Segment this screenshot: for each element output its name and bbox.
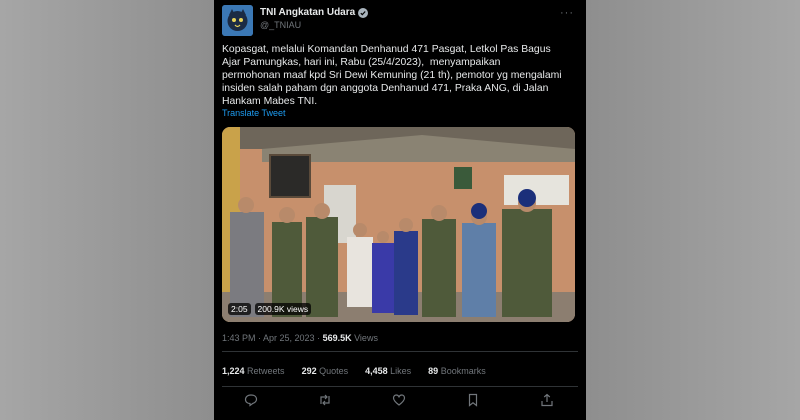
divider xyxy=(222,386,578,387)
retweets-label: Retweets xyxy=(244,366,285,376)
like-icon[interactable] xyxy=(392,393,406,407)
background-right xyxy=(586,0,800,420)
tweet-text: Kopasgat, melalui Komandan Denhanud 471 … xyxy=(222,44,562,107)
divider xyxy=(222,351,578,352)
background-left xyxy=(0,0,214,420)
tweet-card: TNI Angkatan Udara @_TNIAU ··· Kopasgat,… xyxy=(214,0,586,420)
quotes-count: 292 xyxy=(301,366,317,376)
bookmarks-count: 89 xyxy=(428,366,439,376)
action-bar xyxy=(244,393,554,407)
video-thumbnail xyxy=(222,127,575,322)
tweet-meta: 1:43 PM · Apr 25, 2023 · 569.5K Views xyxy=(222,333,378,343)
display-name-text[interactable]: TNI Angkatan Udara xyxy=(260,7,355,18)
account-handle[interactable]: @_TNIAU xyxy=(260,20,301,30)
verified-badge-icon xyxy=(358,7,369,18)
retweet-icon[interactable] xyxy=(318,393,332,407)
tweet-stats: 1,224 Retweets 292 Quotes 4,458 Likes 89… xyxy=(222,366,486,376)
bookmarks-stat[interactable]: 89 Bookmarks xyxy=(428,366,486,376)
likes-stat[interactable]: 4,458 Likes xyxy=(365,366,411,376)
tweet-timestamp[interactable]: 1:43 PM · Apr 25, 2023 · xyxy=(222,333,323,343)
reply-icon[interactable] xyxy=(244,393,258,407)
retweets-count: 1,224 xyxy=(222,366,245,376)
bookmarks-label: Bookmarks xyxy=(438,366,486,376)
quotes-label: Quotes xyxy=(316,366,349,376)
video-duration: 2:05 xyxy=(228,303,251,315)
tweet-video[interactable]: 2:05 200.9K views xyxy=(222,127,575,322)
display-name[interactable]: TNI Angkatan Udara xyxy=(260,7,369,18)
video-views: 200.9K views xyxy=(254,303,312,315)
retweets-stat[interactable]: 1,224 Retweets xyxy=(222,366,285,376)
avatar[interactable] xyxy=(222,5,253,36)
likes-label: Likes xyxy=(387,366,412,376)
quotes-stat[interactable]: 292 Quotes xyxy=(302,366,349,376)
views-label: Views xyxy=(351,333,378,343)
video-overlay: 2:05 200.9K views xyxy=(228,303,312,315)
translate-tweet-link[interactable]: Translate Tweet xyxy=(222,108,286,118)
share-icon[interactable] xyxy=(540,393,554,407)
likes-count: 4,458 xyxy=(365,366,388,376)
more-options-icon[interactable]: ··· xyxy=(560,7,574,19)
bookmark-icon[interactable] xyxy=(466,393,480,407)
view-count: 569.5K xyxy=(322,333,352,343)
